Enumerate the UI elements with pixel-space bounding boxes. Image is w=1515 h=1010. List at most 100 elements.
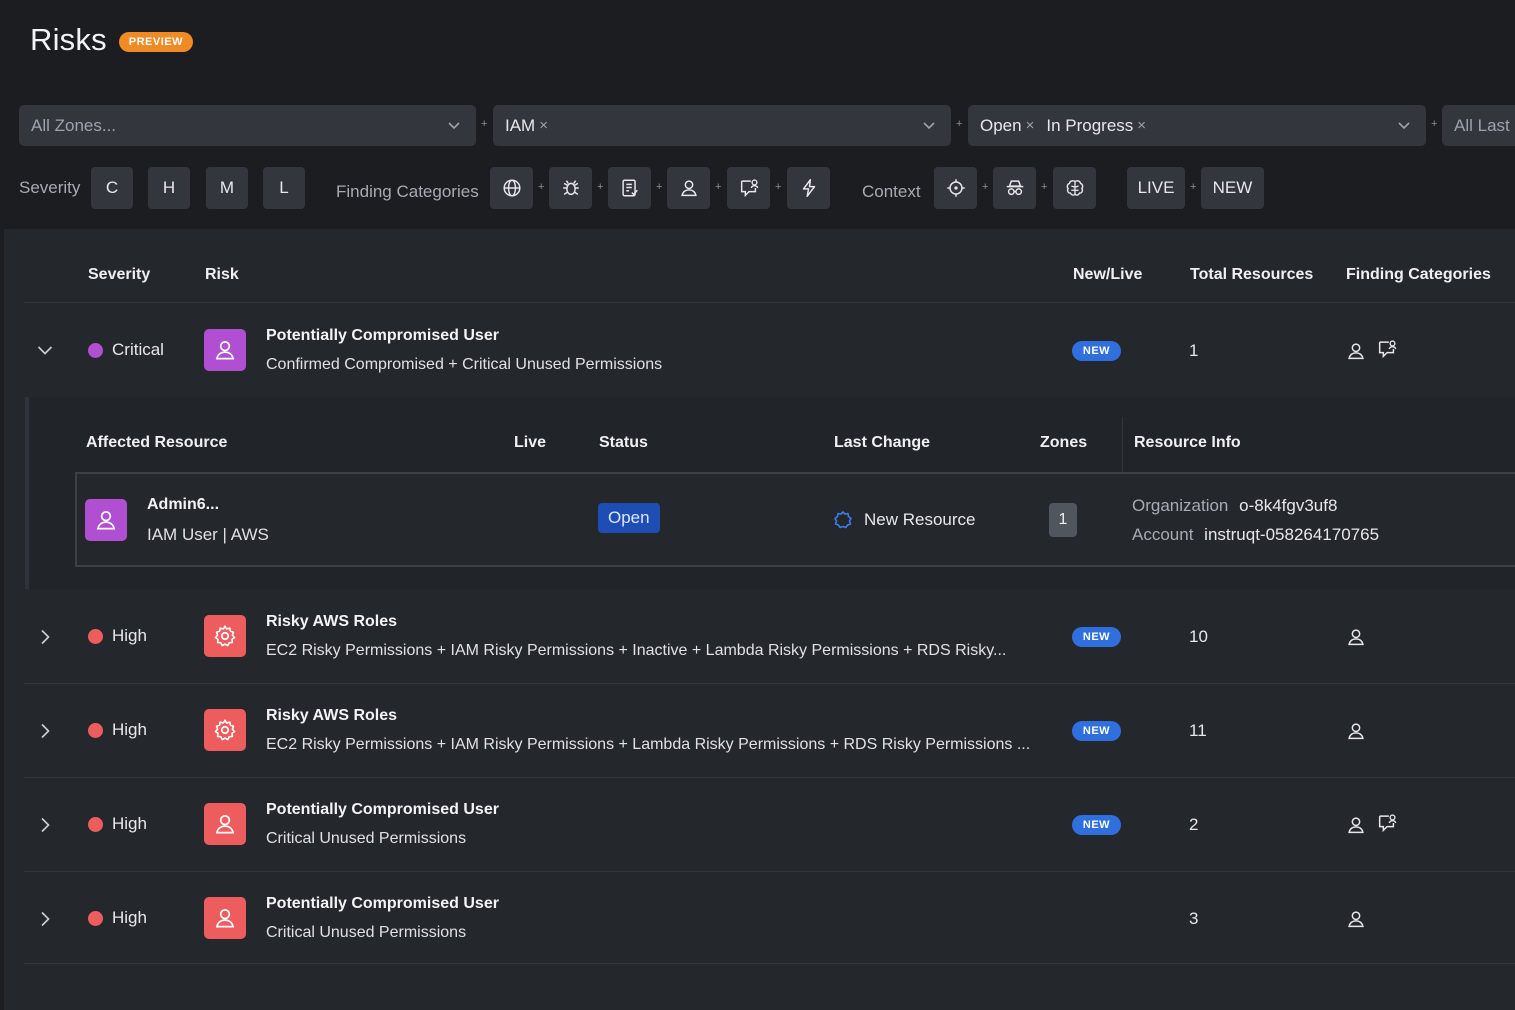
plus-separator: + (715, 181, 722, 193)
table-row[interactable]: High Risky AWS Roles EC2 Risky Permissio… (4, 589, 1515, 683)
risk-type-icon (204, 615, 246, 657)
crosshair-icon (946, 179, 965, 197)
risk-title[interactable]: Risky AWS Roles (266, 613, 397, 631)
close-icon[interactable]: × (1026, 117, 1035, 134)
chat-user-icon (740, 179, 758, 198)
category-vulnerability-button[interactable] (549, 167, 592, 209)
risk-description: EC2 Risky Permissions + IAM Risky Permis… (266, 736, 1031, 753)
column-header-live[interactable]: Live (514, 434, 546, 452)
severity-low-button[interactable]: L (263, 167, 305, 209)
new-filter-button[interactable]: NEW (1201, 167, 1264, 209)
globe-icon (502, 179, 521, 197)
risk-type-icon (204, 329, 246, 371)
column-header-status[interactable]: Status (599, 434, 648, 452)
close-icon[interactable]: × (539, 117, 548, 134)
organization-value: o-8k4fgv3uf8 (1239, 496, 1338, 515)
context-label: Context (862, 182, 921, 201)
table-row[interactable]: Critical Potentially Compromised User Co… (4, 303, 1515, 398)
column-header-risk[interactable]: Risk (205, 266, 239, 284)
filter-chip-iam[interactable]: IAM × (505, 116, 548, 136)
risk-title[interactable]: Risky AWS Roles (266, 707, 397, 725)
affected-resource-row[interactable]: Admin6... IAM User | AWS Open New Resour… (75, 472, 1515, 567)
chevron-right-icon[interactable] (36, 722, 54, 740)
column-header-total-resources[interactable]: Total Resources (1190, 266, 1313, 284)
table-row[interactable]: High Potentially Compromised User Critic… (4, 777, 1515, 871)
filter-row: All Zones... + IAM × + Open × In Progres… (19, 105, 1515, 146)
user-icon (1348, 343, 1364, 360)
last-change-dropdown[interactable]: All Last C (1442, 105, 1515, 146)
new-resource-icon (834, 511, 852, 529)
severity-label: High (112, 626, 147, 645)
chevron-down-icon[interactable] (36, 341, 54, 359)
context-spy-button[interactable] (993, 167, 1036, 209)
user-icon (1348, 629, 1364, 646)
user-icon (215, 341, 235, 360)
risks-page: Risks PREVIEW All Zones... + IAM × + Ope… (0, 0, 1515, 1010)
chat-user-icon (1378, 814, 1397, 833)
column-header-resource-info[interactable]: Resource Info (1134, 434, 1241, 452)
risk-type-icon (204, 897, 246, 939)
severity-dot (88, 629, 103, 644)
plus-separator: + (597, 181, 604, 193)
category-dropdown[interactable]: IAM × (493, 105, 951, 146)
account-label: Account (1132, 525, 1194, 544)
severity-dot (88, 817, 103, 832)
category-threat-button[interactable] (727, 167, 770, 209)
table-row[interactable]: High Risky AWS Roles EC2 Risky Permissio… (4, 683, 1515, 777)
plus-separator: + (956, 118, 963, 130)
risks-table: Severity Risk New/Live Total Resources F… (4, 229, 1515, 1010)
risk-title[interactable]: Potentially Compromised User (266, 327, 499, 345)
severity-dot (88, 723, 103, 738)
zones-dropdown[interactable]: All Zones... (19, 105, 476, 146)
column-header-last-change[interactable]: Last Change (834, 434, 930, 452)
chat-user-icon (1378, 340, 1397, 359)
close-icon[interactable]: × (1137, 117, 1146, 134)
severity-critical-button[interactable]: C (91, 167, 133, 209)
category-identity-button[interactable] (667, 167, 710, 209)
column-divider (1122, 417, 1123, 472)
category-misconfiguration-button[interactable] (608, 167, 651, 209)
filter-chip-open[interactable]: Open × (980, 116, 1034, 136)
resource-type: IAM User | AWS (147, 525, 269, 544)
chevron-right-icon[interactable] (36, 816, 54, 834)
resource-name[interactable]: Admin6... (147, 496, 219, 514)
user-icon (1348, 817, 1364, 834)
filter-chip-in-progress[interactable]: In Progress × (1046, 116, 1146, 136)
context-brain-button[interactable] (1053, 167, 1096, 209)
live-filter-button[interactable]: LIVE (1127, 167, 1185, 209)
column-header-finding-categories[interactable]: Finding Categories (1346, 266, 1491, 284)
table-row[interactable]: High Potentially Compromised User Critic… (4, 871, 1515, 963)
column-header-new-live[interactable]: New/Live (1073, 266, 1142, 284)
chevron-right-icon[interactable] (36, 628, 54, 646)
filter-toolbar: Severity C H M L Finding Categories + + … (19, 167, 1515, 209)
plus-separator: + (775, 181, 782, 193)
total-resources: 1 (1189, 341, 1199, 360)
risk-title[interactable]: Potentially Compromised User (266, 801, 499, 819)
user-icon (1348, 723, 1364, 740)
status-dropdown[interactable]: Open × In Progress × (968, 105, 1426, 146)
column-header-zones[interactable]: Zones (1040, 434, 1087, 452)
column-header-severity[interactable]: Severity (88, 266, 150, 284)
plus-separator: + (1041, 181, 1048, 193)
new-badge: NEW (1072, 721, 1121, 741)
page-header: Risks PREVIEW (30, 22, 194, 58)
chevron-right-icon[interactable] (36, 910, 54, 928)
zones-count-badge[interactable]: 1 (1049, 503, 1077, 537)
risk-description: Critical Unused Permissions (266, 924, 467, 941)
user-icon (96, 511, 116, 530)
context-target-button[interactable] (934, 167, 977, 209)
user-icon (680, 180, 697, 197)
account-value: instruqt-058264170765 (1204, 525, 1380, 544)
category-runtime-button[interactable] (787, 167, 830, 209)
plus-separator: + (1431, 118, 1438, 130)
severity-medium-button[interactable]: M (206, 167, 248, 209)
column-header-affected-resource[interactable]: Affected Resource (86, 434, 227, 452)
severity-high-button[interactable]: H (148, 167, 190, 209)
chevron-down-icon (448, 122, 460, 130)
last-change-text: New Resource (864, 510, 976, 529)
row-divider (24, 963, 1515, 964)
affected-resources-panel: Affected Resource Live Status Last Chang… (25, 397, 1515, 589)
new-badge: NEW (1072, 341, 1121, 361)
risk-title[interactable]: Potentially Compromised User (266, 895, 499, 913)
category-network-button[interactable] (490, 167, 533, 209)
